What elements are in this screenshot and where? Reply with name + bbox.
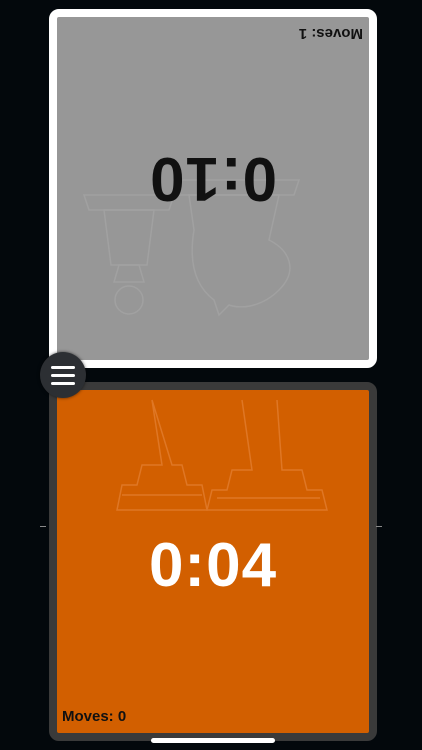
menu-button[interactable]: [40, 352, 86, 398]
home-indicator[interactable]: [151, 738, 275, 743]
hamburger-menu-icon: [51, 373, 75, 377]
player-clock-panel[interactable]: 0:04 Moves: 0: [49, 382, 377, 741]
divider-tick-right: [376, 526, 382, 527]
opponent-clock-content: 0:10 Moves: 1: [57, 17, 369, 360]
player-clock-content: 0:04 Moves: 0: [57, 390, 369, 733]
chess-clock-screen: 0:10 Moves: 1 0:04 Moves: 0: [0, 0, 422, 750]
chess-pieces-watermark-icon: [116, 399, 328, 511]
opponent-moves-count: Moves: 1: [298, 25, 363, 42]
divider-tick-left: [40, 526, 46, 527]
player-time: 0:04: [148, 531, 278, 600]
player-moves-count: Moves: 0: [62, 708, 127, 725]
opponent-time: 0:10: [148, 144, 278, 213]
hamburger-menu-icon: [51, 381, 75, 385]
hamburger-menu-icon: [51, 365, 75, 369]
opponent-clock-panel[interactable]: 0:10 Moves: 1: [49, 9, 377, 368]
